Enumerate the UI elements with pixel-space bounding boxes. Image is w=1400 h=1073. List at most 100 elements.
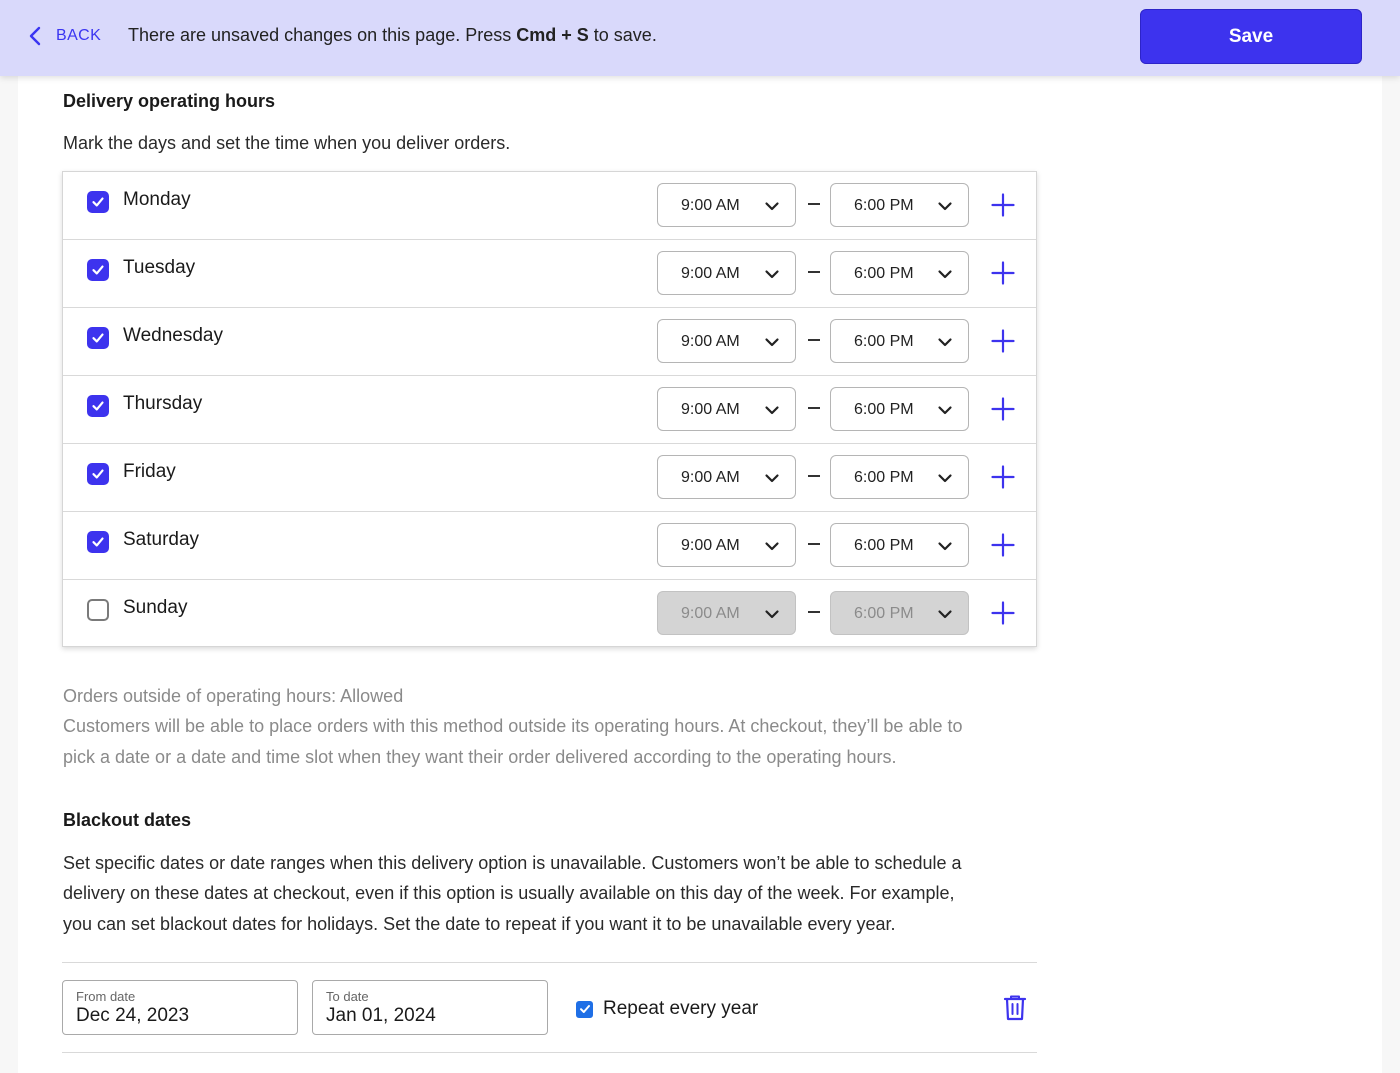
- repeat-every-year-checkbox[interactable]: Repeat every year: [576, 998, 758, 1020]
- day-label: Sunday: [123, 597, 188, 618]
- to-time-value: 6:00 PM: [854, 265, 914, 282]
- chevron-down-icon: [938, 542, 952, 551]
- plus-icon[interactable]: [991, 465, 1015, 489]
- chevron-down-icon: [938, 202, 952, 211]
- back-button[interactable]: BACK: [26, 22, 101, 50]
- chevron-down-icon: [765, 406, 779, 415]
- chevron-down-icon: [765, 474, 779, 483]
- from-date-field[interactable]: From date Dec 24, 2023: [62, 980, 298, 1035]
- checkmark-icon: [579, 1005, 590, 1013]
- operating-hours-description: Mark the days and set the time when you …: [63, 133, 511, 153]
- unsaved-shortcut: Cmd + S: [516, 25, 589, 45]
- blackout-dates-title: Blackout dates: [63, 810, 192, 830]
- checkmark-icon: [92, 537, 104, 547]
- day-row-monday: Monday 9:00 AM 6:00 PM: [63, 172, 1036, 240]
- time-range-separator: [808, 611, 820, 613]
- from-time-select[interactable]: 9:00 AM: [657, 183, 796, 227]
- time-range-separator: [808, 339, 820, 341]
- time-range-separator: [808, 407, 820, 409]
- plus-icon[interactable]: [991, 601, 1015, 625]
- to-time-value: 6:00 PM: [854, 333, 914, 350]
- from-time-select[interactable]: 9:00 AM: [657, 387, 796, 431]
- blackout-description-line-1: Set specific dates or date ranges when t…: [63, 853, 962, 873]
- from-time-value: 9:00 AM: [681, 333, 740, 350]
- chevron-down-icon: [765, 542, 779, 551]
- unsaved-suffix: to save.: [588, 25, 657, 45]
- from-time-select[interactable]: 9:00 AM: [657, 319, 796, 363]
- from-time-value: 9:00 AM: [681, 265, 740, 282]
- from-time-value: 9:00 AM: [681, 401, 740, 418]
- chevron-down-icon: [938, 338, 952, 347]
- from-time-select[interactable]: 9:00 AM: [657, 455, 796, 499]
- to-date-field[interactable]: To date Jan 01, 2024: [312, 980, 548, 1035]
- divider: [62, 962, 1037, 963]
- plus-icon[interactable]: [991, 261, 1015, 285]
- blackout-description-line-2: delivery on these dates at checkout, eve…: [63, 883, 955, 903]
- operating-hours-title: Delivery operating hours: [63, 91, 276, 111]
- plus-icon[interactable]: [991, 193, 1015, 217]
- to-time-select[interactable]: 6:00 PM: [830, 319, 969, 363]
- chevron-down-icon: [765, 202, 779, 211]
- to-time-select[interactable]: 6:00 PM: [830, 183, 969, 227]
- plus-icon[interactable]: [991, 397, 1015, 421]
- outside-hours-line-1: Customers will be able to place orders w…: [63, 716, 963, 736]
- to-time-value: 6:00 PM: [854, 197, 914, 214]
- from-time-value: 9:00 AM: [681, 197, 740, 214]
- plus-icon[interactable]: [991, 329, 1015, 353]
- checkbox-checked[interactable]: [87, 395, 109, 417]
- blackout-description-line-3: you can set blackout dates for holidays.…: [63, 914, 896, 934]
- repeat-every-year-label: Repeat every year: [603, 998, 759, 1019]
- save-button[interactable]: Save: [1140, 9, 1362, 64]
- from-date-value: Dec 24, 2023: [76, 1005, 190, 1026]
- from-time-select[interactable]: 9:00 AM: [657, 251, 796, 295]
- checkbox-checked[interactable]: [87, 327, 109, 349]
- to-time-select[interactable]: 6:00 PM: [830, 251, 969, 295]
- day-label: Saturday: [123, 529, 200, 550]
- checkbox-checked[interactable]: [87, 259, 109, 281]
- to-time-value: 6:00 PM: [854, 401, 914, 418]
- day-row-tuesday: Tuesday 9:00 AM 6:00 PM: [63, 240, 1036, 308]
- trash-icon[interactable]: [1002, 994, 1028, 1022]
- to-time-value: 6:00 PM: [854, 605, 914, 622]
- day-row-friday: Friday 9:00 AM 6:00 PM: [63, 444, 1036, 512]
- checkmark-icon: [92, 469, 104, 479]
- checkbox-checked[interactable]: [576, 1000, 593, 1018]
- chevron-down-icon: [938, 270, 952, 279]
- unsaved-prefix: There are unsaved changes on this page. …: [128, 25, 517, 45]
- time-range-separator: [808, 203, 820, 205]
- unsaved-message: There are unsaved changes on this page. …: [128, 25, 657, 46]
- to-date-label: To date: [326, 989, 369, 1004]
- chevron-down-icon: [938, 406, 952, 415]
- from-time-select[interactable]: 9:00 AM: [657, 523, 796, 567]
- chevron-down-icon: [938, 474, 952, 483]
- checkbox-unchecked[interactable]: [87, 599, 109, 621]
- day-label: Wednesday: [123, 325, 223, 346]
- unsaved-changes-bar: BACK There are unsaved changes on this p…: [0, 0, 1400, 76]
- to-time-select[interactable]: 6:00 PM: [830, 455, 969, 499]
- checkbox-checked[interactable]: [87, 463, 109, 485]
- from-time-value: 9:00 AM: [681, 469, 740, 486]
- day-label: Thursday: [123, 393, 203, 414]
- day-row-sunday: Sunday 9:00 AM 6:00 PM: [63, 580, 1036, 648]
- to-time-select[interactable]: 6:00 PM: [830, 591, 969, 635]
- chevron-down-icon: [938, 610, 952, 619]
- day-label: Tuesday: [123, 257, 196, 278]
- to-date-value: Jan 01, 2024: [326, 1005, 436, 1026]
- day-row-saturday: Saturday 9:00 AM 6:00 PM: [63, 512, 1036, 580]
- back-label: BACK: [56, 27, 102, 44]
- day-label: Monday: [123, 189, 191, 210]
- from-time-select[interactable]: 9:00 AM: [657, 591, 796, 635]
- day-row-thursday: Thursday 9:00 AM 6:00 PM: [63, 376, 1036, 444]
- checkmark-icon: [92, 265, 104, 275]
- checkbox-checked[interactable]: [87, 531, 109, 553]
- to-time-value: 6:00 PM: [854, 469, 914, 486]
- operating-hours-table: Monday 9:00 AM 6:00 PM Tuesday 9:00 AM 6:00 P…: [62, 171, 1037, 647]
- to-time-select[interactable]: 6:00 PM: [830, 387, 969, 431]
- to-time-select[interactable]: 6:00 PM: [830, 523, 969, 567]
- plus-icon[interactable]: [991, 533, 1015, 557]
- from-date-label: From date: [76, 989, 136, 1004]
- time-range-separator: [808, 475, 820, 477]
- checkbox-checked[interactable]: [87, 191, 109, 213]
- day-row-wednesday: Wednesday 9:00 AM 6:00 PM: [63, 308, 1036, 376]
- checkmark-icon: [92, 401, 104, 411]
